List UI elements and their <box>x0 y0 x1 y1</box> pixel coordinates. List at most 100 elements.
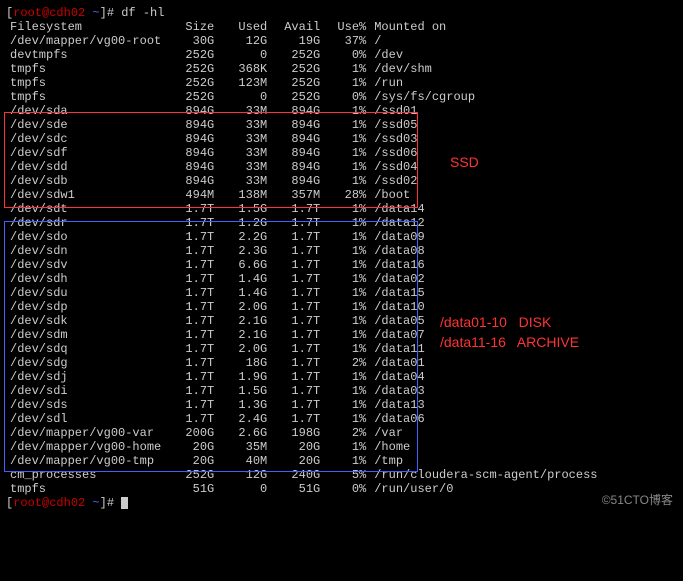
cell-usep: 1% <box>324 412 370 426</box>
cell-used: 12G <box>218 34 271 48</box>
cell-mount: /tmp <box>370 454 601 468</box>
table-row: /dev/sdw1494M138M357M28%/boot <box>6 188 601 202</box>
cell-fs: /dev/sdo <box>6 230 165 244</box>
cell-fs: cm_processes <box>6 468 165 482</box>
cell-size: 894G <box>165 118 218 132</box>
cell-size: 1.7T <box>165 300 218 314</box>
table-row: /dev/mapper/vg00-home20G35M20G1%/home <box>6 440 601 454</box>
cell-usep: 1% <box>324 76 370 90</box>
cell-used: 0 <box>218 482 271 496</box>
cell-usep: 1% <box>324 342 370 356</box>
cell-usep: 5% <box>324 468 370 482</box>
cell-mount: /boot <box>370 188 601 202</box>
prompt-command: df -hl <box>121 6 164 20</box>
table-row: /dev/sdv1.7T6.6G1.7T1%/data16 <box>6 258 601 272</box>
table-row: /dev/sdl1.7T2.4G1.7T1%/data06 <box>6 412 601 426</box>
prompt-user: root@cdh02 <box>13 6 85 20</box>
cell-avail: 1.7T <box>271 328 324 342</box>
prompt-symbol: # <box>107 6 121 20</box>
cell-fs: /dev/sdj <box>6 370 165 384</box>
cell-size: 1.7T <box>165 356 218 370</box>
cell-used: 138M <box>218 188 271 202</box>
cell-avail: 1.7T <box>271 398 324 412</box>
cell-mount: /data04 <box>370 370 601 384</box>
cell-mount: /sys/fs/cgroup <box>370 90 601 104</box>
cell-mount: /run/cloudera-scm-agent/process <box>370 468 601 482</box>
header-usep: Use% <box>324 20 370 34</box>
cell-used: 40M <box>218 454 271 468</box>
cell-avail: 1.7T <box>271 272 324 286</box>
cell-fs: tmpfs <box>6 76 165 90</box>
cell-size: 252G <box>165 90 218 104</box>
cell-used: 33M <box>218 132 271 146</box>
cell-avail: 1.7T <box>271 314 324 328</box>
cell-fs: /dev/sdm <box>6 328 165 342</box>
cell-fs: tmpfs <box>6 90 165 104</box>
cell-size: 252G <box>165 62 218 76</box>
cell-usep: 2% <box>324 356 370 370</box>
cell-fs: /dev/sdl <box>6 412 165 426</box>
table-row: /dev/sds1.7T1.3G1.7T1%/data13 <box>6 398 601 412</box>
table-row: /dev/sdj1.7T1.9G1.7T1%/data04 <box>6 370 601 384</box>
cell-usep: 0% <box>324 48 370 62</box>
cell-fs: /dev/sdb <box>6 174 165 188</box>
cell-size: 1.7T <box>165 370 218 384</box>
cell-fs: /dev/sdi <box>6 384 165 398</box>
cell-used: 33M <box>218 174 271 188</box>
cell-size: 1.7T <box>165 412 218 426</box>
prompt-line-end: [root@cdh02 ~]# <box>6 496 677 510</box>
cell-avail: 357M <box>271 188 324 202</box>
table-row: /dev/sdp1.7T2.0G1.7T1%/data10 <box>6 300 601 314</box>
cell-fs: /dev/sde <box>6 118 165 132</box>
cell-fs: /dev/sdw1 <box>6 188 165 202</box>
prompt-line: [root@cdh02 ~]# df -hl <box>6 6 677 20</box>
cell-mount: /ssd02 <box>370 174 601 188</box>
cell-mount: /ssd03 <box>370 132 601 146</box>
cell-usep: 1% <box>324 328 370 342</box>
cell-mount: /home <box>370 440 601 454</box>
cell-used: 2.3G <box>218 244 271 258</box>
table-row: cm_processes252G12G240G5%/run/cloudera-s… <box>6 468 601 482</box>
cell-avail: 252G <box>271 90 324 104</box>
cell-mount: /data13 <box>370 398 601 412</box>
cell-avail: 894G <box>271 118 324 132</box>
cell-avail: 1.7T <box>271 370 324 384</box>
cell-size: 252G <box>165 48 218 62</box>
cell-mount: /var <box>370 426 601 440</box>
cell-avail: 252G <box>271 48 324 62</box>
cell-used: 1.5G <box>218 384 271 398</box>
cell-fs: /dev/mapper/vg00-root <box>6 34 165 48</box>
cell-size: 200G <box>165 426 218 440</box>
prompt-close: ] <box>100 496 107 510</box>
cell-size: 1.7T <box>165 398 218 412</box>
cell-fs: /dev/mapper/vg00-var <box>6 426 165 440</box>
cell-fs: /dev/sdf <box>6 146 165 160</box>
cell-mount: /dev/shm <box>370 62 601 76</box>
cell-size: 894G <box>165 146 218 160</box>
cell-usep: 1% <box>324 160 370 174</box>
cell-usep: 1% <box>324 104 370 118</box>
cell-fs: /dev/sda <box>6 104 165 118</box>
table-row: tmpfs252G368K252G1%/dev/shm <box>6 62 601 76</box>
cell-usep: 2% <box>324 426 370 440</box>
cell-mount: /ssd05 <box>370 118 601 132</box>
cell-used: 33M <box>218 146 271 160</box>
cell-size: 252G <box>165 468 218 482</box>
table-row: tmpfs252G0252G0%/sys/fs/cgroup <box>6 90 601 104</box>
cell-usep: 1% <box>324 244 370 258</box>
table-row: tmpfs252G123M252G1%/run <box>6 76 601 90</box>
cell-fs: /dev/sdc <box>6 132 165 146</box>
cell-mount: / <box>370 34 601 48</box>
table-row: /dev/sdb894G33M894G1%/ssd02 <box>6 174 601 188</box>
table-row: /dev/sdh1.7T1.4G1.7T1%/data02 <box>6 272 601 286</box>
cell-size: 1.7T <box>165 314 218 328</box>
header-used: Used <box>218 20 271 34</box>
prompt-close: ] <box>100 6 107 20</box>
cell-used: 2.0G <box>218 342 271 356</box>
cell-usep: 0% <box>324 482 370 496</box>
cell-avail: 240G <box>271 468 324 482</box>
prompt-user: root@cdh02 <box>13 496 85 510</box>
cell-fs: /dev/sdt <box>6 202 165 216</box>
cell-mount: /run/user/0 <box>370 482 601 496</box>
cell-fs: /dev/sdg <box>6 356 165 370</box>
